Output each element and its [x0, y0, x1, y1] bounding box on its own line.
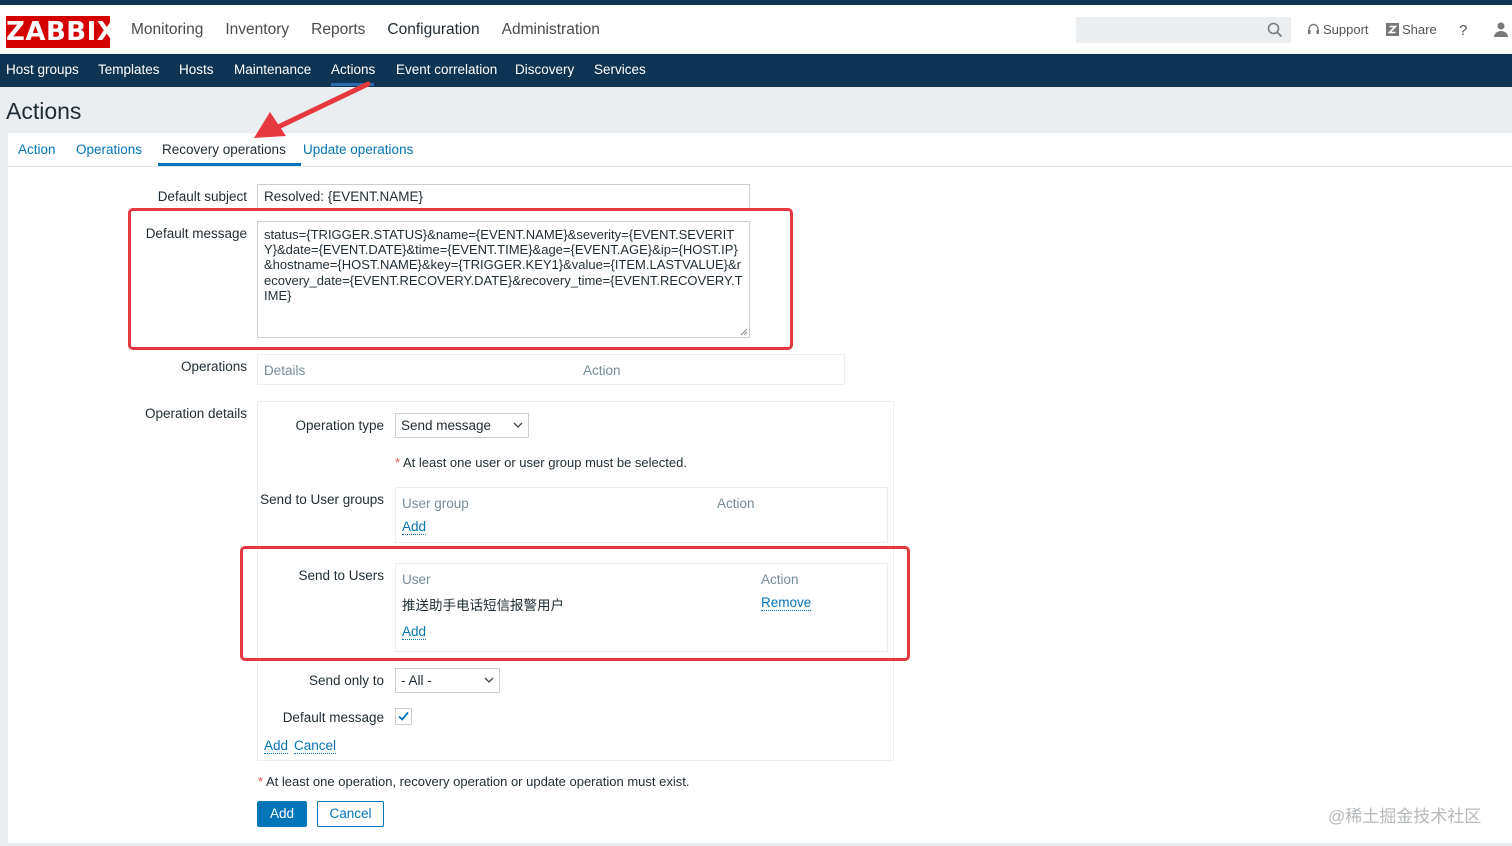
- help-link[interactable]: ?: [1459, 22, 1467, 39]
- required-user-note: * At least one user or user group must b…: [395, 455, 687, 470]
- submenu-host-groups[interactable]: Host groups: [6, 62, 79, 77]
- add-user-group-link[interactable]: Add: [402, 519, 427, 535]
- operations-col-details: Details: [264, 363, 306, 378]
- operations-col-action: Action: [583, 363, 621, 378]
- send-user-groups-label: Send to User groups: [260, 492, 384, 507]
- required-asterisk: *: [258, 774, 266, 789]
- active-submenu-indicator: [331, 83, 374, 86]
- required-asterisk: *: [395, 455, 403, 470]
- header: ZABBIX Monitoring Inventory Reports Conf…: [0, 5, 1512, 54]
- support-link[interactable]: Support: [1307, 22, 1369, 37]
- default-message-label: Default message: [145, 226, 247, 241]
- main-menu: Monitoring Inventory Reports Configurati…: [120, 21, 611, 39]
- tab-update-operations[interactable]: Update operations: [303, 142, 413, 157]
- details-cancel-link[interactable]: Cancel: [294, 738, 337, 754]
- sub-menu: Host groups Templates Hosts Maintenance …: [0, 54, 1512, 87]
- required-operation-note: * At least one operation, recovery opera…: [258, 774, 689, 789]
- active-tab-indicator: [158, 163, 301, 166]
- tabs-bar: Action Operations Recovery operations Up…: [8, 133, 1512, 167]
- submenu-templates[interactable]: Templates: [98, 62, 160, 77]
- search-icon[interactable]: [1266, 21, 1284, 39]
- user-profile-icon[interactable]: [1493, 21, 1509, 37]
- add-user-link[interactable]: Add: [402, 624, 427, 640]
- submenu-maintenance[interactable]: Maintenance: [234, 62, 311, 77]
- default-subject-input[interactable]: Resolved: {EVENT.NAME}: [257, 184, 750, 209]
- operations-table: Details Action: [257, 354, 845, 385]
- page-title: Actions: [6, 98, 82, 124]
- tab-recovery-operations[interactable]: Recovery operations: [162, 142, 286, 157]
- checkmark-icon: [398, 711, 409, 721]
- menu-reports[interactable]: Reports: [311, 21, 365, 39]
- chevron-down-icon: [513, 422, 523, 428]
- send-only-to-value: - All -: [401, 673, 432, 688]
- details-add-link[interactable]: Add: [264, 738, 289, 754]
- operations-label: Operations: [180, 359, 247, 374]
- add-button[interactable]: Add: [257, 801, 307, 827]
- default-message-text: status={TRIGGER.STATUS}&name={EVENT.NAME…: [264, 227, 743, 303]
- search-input[interactable]: [1076, 17, 1291, 43]
- operation-type-label: Operation type: [295, 418, 384, 433]
- menu-inventory[interactable]: Inventory: [225, 21, 289, 39]
- user-col-header: User: [402, 572, 431, 587]
- chevron-down-icon: [484, 677, 494, 683]
- send-only-to-select[interactable]: - All -: [395, 668, 500, 693]
- menu-monitoring[interactable]: Monitoring: [131, 21, 203, 39]
- user-name: 推送助手电话短信报警用户: [402, 598, 564, 613]
- operation-type-value: Send message: [401, 418, 492, 433]
- user-group-action-col-header: Action: [717, 496, 755, 511]
- support-label: Support: [1323, 22, 1369, 37]
- tab-operations[interactable]: Operations: [76, 142, 142, 157]
- submenu-hosts[interactable]: Hosts: [179, 62, 214, 77]
- default-subject-label: Default subject: [157, 189, 247, 204]
- user-group-col-header: User group: [402, 496, 469, 511]
- menu-administration[interactable]: Administration: [502, 21, 600, 39]
- send-users-label: Send to Users: [298, 568, 384, 583]
- operation-details-label: Operation details: [144, 406, 247, 421]
- cancel-button[interactable]: Cancel: [317, 801, 384, 827]
- submenu-discovery[interactable]: Discovery: [515, 62, 574, 77]
- submenu-services[interactable]: Services: [594, 62, 646, 77]
- user-groups-table: User group Action Add: [395, 487, 888, 543]
- user-action-col-header: Action: [761, 572, 799, 587]
- required-user-note-text: At least one user or user group must be …: [402, 455, 687, 470]
- default-message-textarea[interactable]: status={TRIGGER.STATUS}&name={EVENT.NAME…: [257, 221, 750, 338]
- share-icon: [1386, 23, 1399, 36]
- operation-type-select[interactable]: Send message: [395, 413, 529, 438]
- menu-configuration[interactable]: Configuration: [387, 21, 479, 39]
- submenu-event-correlation[interactable]: Event correlation: [396, 62, 497, 77]
- users-table: User Action 推送助手电话短信报警用户 Remove Add: [395, 563, 888, 652]
- default-message-checkbox[interactable]: [395, 708, 412, 725]
- default-message-checkbox-label: Default message: [282, 710, 384, 725]
- share-label: Share: [1402, 22, 1437, 37]
- tab-action[interactable]: Action: [18, 142, 56, 157]
- zabbix-logo[interactable]: ZABBIX: [6, 16, 117, 48]
- required-operation-note-text: At least one operation, recovery operati…: [265, 774, 690, 789]
- share-link[interactable]: Share: [1386, 22, 1437, 37]
- resize-handle-icon[interactable]: [740, 328, 748, 336]
- remove-user-link[interactable]: Remove: [761, 595, 812, 611]
- submenu-actions[interactable]: Actions: [331, 62, 375, 77]
- watermark: @稀土掘金技术社区: [1328, 807, 1482, 826]
- send-only-to-label: Send only to: [308, 673, 384, 688]
- headset-icon: [1308, 23, 1319, 34]
